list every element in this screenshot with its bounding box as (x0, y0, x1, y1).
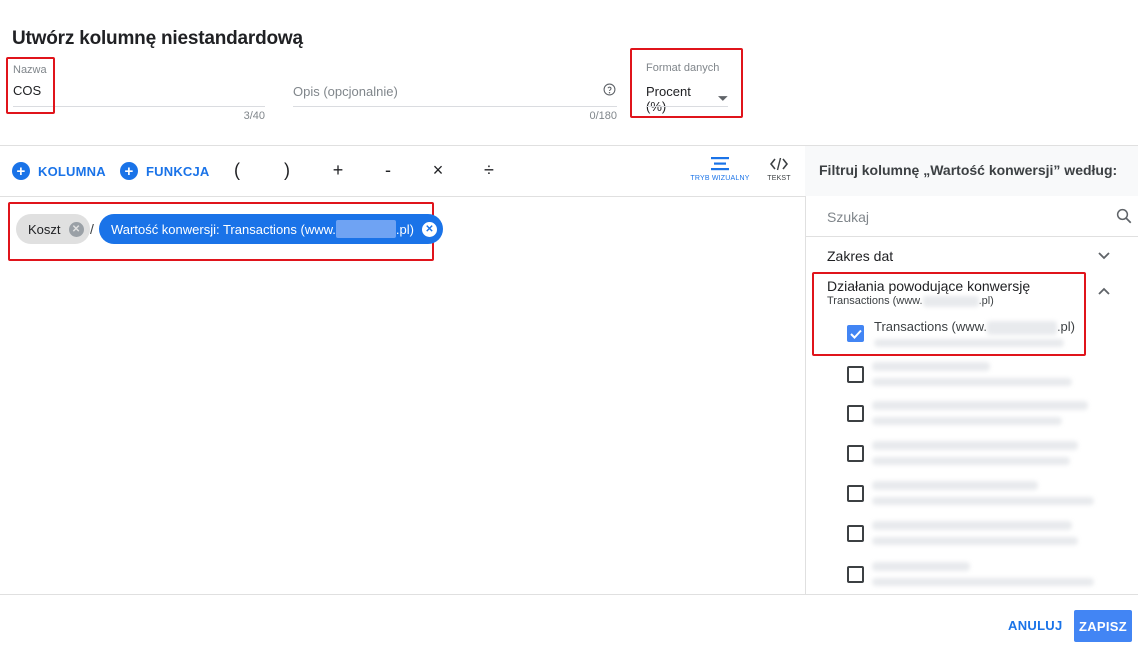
conversion-checkbox[interactable] (847, 485, 864, 502)
formula-chip-cost[interactable]: Koszt ✕ (16, 214, 90, 244)
formula-operator: / (90, 221, 94, 237)
add-column-button[interactable]: + KOLUMNA (12, 162, 106, 180)
add-function-button[interactable]: + FUNKCJA (120, 162, 210, 180)
visual-mode-button[interactable]: TRYB WIZUALNY (690, 157, 750, 182)
formula-chip-conversion-value[interactable]: Wartość konwersji: Transactions (www. .pl… (99, 214, 443, 244)
add-column-label: KOLUMNA (38, 163, 106, 179)
conversion-actions-subtitle: Transactions (www. .pl) (827, 295, 994, 307)
visual-mode-label: TRYB WIZUALNY (690, 175, 750, 182)
chevron-down-icon[interactable] (1097, 249, 1111, 263)
conversion-actions-section[interactable]: Działania powodujące konwersję Transacti… (806, 276, 1138, 310)
description-field-counter: 0/180 (589, 110, 617, 122)
conversion-checkbox[interactable] (847, 566, 864, 583)
add-function-label: FUNKCJA (146, 163, 210, 179)
redacted-domain (335, 220, 396, 238)
operator-open-paren[interactable]: ( (227, 160, 247, 181)
date-range-section[interactable]: Zakres dat (806, 240, 1138, 270)
save-button[interactable]: ZAPISZ (1074, 610, 1132, 642)
conversion-checkbox-checked[interactable] (847, 325, 864, 342)
description-placeholder[interactable]: Opis (opcjonalnie) (293, 84, 617, 99)
conversion-checkbox[interactable] (847, 405, 864, 422)
checkmark-icon (849, 329, 862, 339)
operator-close-paren[interactable]: ) (277, 160, 297, 181)
conversion-checkbox[interactable] (847, 366, 864, 383)
conversion-item-label: Transactions (www. .pl) (874, 319, 1075, 335)
format-field-value[interactable]: Procent (%) (646, 84, 712, 114)
dropdown-arrow-icon[interactable] (718, 96, 728, 102)
cancel-button[interactable]: ANULUJ (1008, 618, 1063, 633)
name-field-value[interactable]: COS (13, 83, 265, 98)
operator-plus[interactable]: + (328, 160, 348, 181)
name-field-counter: 3/40 (243, 110, 265, 122)
operator-multiply[interactable]: × (428, 160, 448, 181)
filter-search-input[interactable] (827, 207, 1107, 227)
name-field-label: Nazwa (13, 64, 47, 76)
plus-icon: + (120, 162, 138, 180)
date-range-label: Zakres dat (827, 248, 894, 264)
chip-cost-label: Koszt (28, 221, 61, 237)
code-icon (770, 157, 788, 171)
conversion-checkbox[interactable] (847, 525, 864, 542)
format-field-label: Format danych (646, 62, 720, 74)
chip-conversion-label-suffix: .pl) (395, 221, 414, 237)
chevron-up-icon[interactable] (1097, 284, 1111, 298)
description-field[interactable]: Opis (opcjonalnie) 0/180 (293, 80, 617, 122)
format-field[interactable]: Format danych Procent (%) (646, 62, 728, 114)
help-icon[interactable] (603, 83, 616, 96)
conversion-actions-label: Działania powodujące konwersję (827, 278, 1031, 294)
remove-chip-icon[interactable]: ✕ (421, 221, 437, 237)
remove-chip-icon[interactable]: ✕ (68, 221, 84, 237)
text-mode-button[interactable]: TEKST (762, 157, 796, 182)
operator-divide[interactable]: ÷ (479, 160, 499, 181)
plus-icon: + (12, 162, 30, 180)
chip-conversion-label-prefix: Wartość konwersji: Transactions (www. (111, 221, 336, 237)
conversion-checkbox[interactable] (847, 445, 864, 462)
name-field[interactable]: Nazwa COS 3/40 (13, 64, 265, 122)
text-mode-label: TEKST (767, 175, 791, 182)
filter-panel-title: Filtruj kolumnę „Wartość konwersji” wedł… (819, 162, 1118, 178)
search-icon[interactable] (1115, 207, 1133, 225)
visual-mode-icon (711, 157, 729, 171)
dialog-title: Utwórz kolumnę niestandardową (12, 28, 303, 49)
operator-minus[interactable]: - (378, 160, 398, 181)
